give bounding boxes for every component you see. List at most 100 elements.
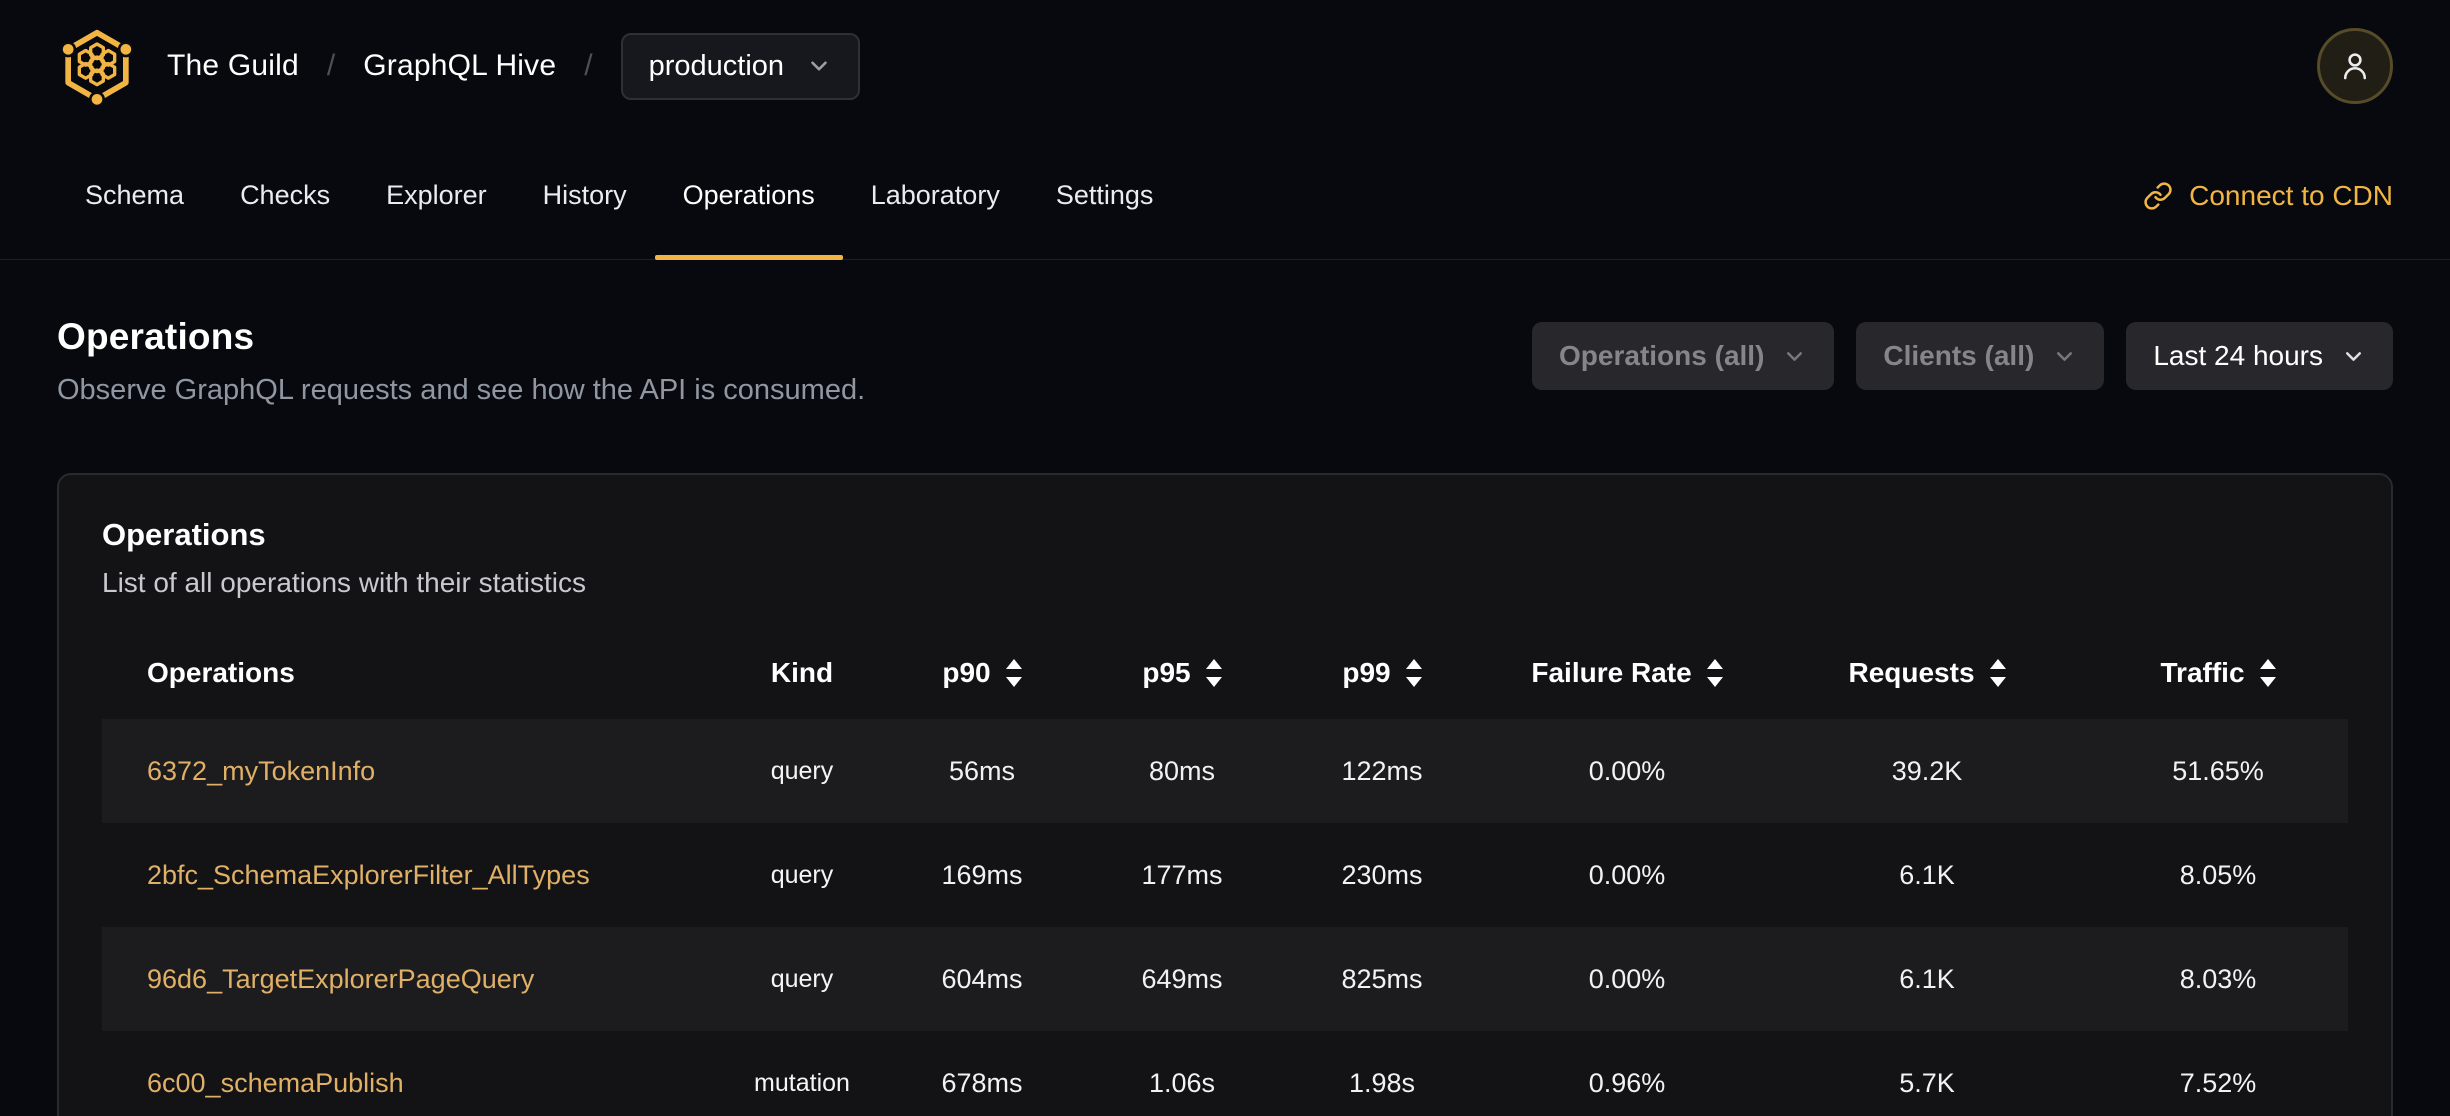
cell-failure_rate: 0.00% bbox=[1588, 755, 1666, 786]
user-icon bbox=[2343, 53, 2367, 80]
breadcrumb-separator: / bbox=[584, 49, 593, 82]
operation-link[interactable]: 6c00_schemaPublish bbox=[147, 1068, 404, 1098]
table-row: 96d6_TargetExplorerPageQuery query 604ms 64… bbox=[102, 927, 2348, 1031]
cell-p95: 649ms bbox=[1141, 963, 1223, 994]
column-header-p99[interactable]: p99 bbox=[1282, 657, 1482, 689]
table-body: 6372_myTokenInfo query 56ms 80ms 122ms 0.00% 3… bbox=[102, 719, 2348, 1116]
cell-p99: 122ms bbox=[1341, 755, 1423, 786]
main-content: Operations Observe GraphQL requests and … bbox=[0, 316, 2450, 1116]
tab-history[interactable]: History bbox=[515, 132, 655, 259]
column-header-failure_rate[interactable]: Failure Rate bbox=[1482, 657, 1772, 689]
operation-link[interactable]: 6372_myTokenInfo bbox=[147, 756, 375, 786]
table-row: 2bfc_SchemaExplorerFilter_AllTypes query 1… bbox=[102, 823, 2348, 927]
page-subtitle: Observe GraphQL requests and see how the… bbox=[57, 374, 866, 406]
sort-arrows-icon[interactable] bbox=[1706, 659, 1723, 687]
table-row: 6c00_schemaPublish mutation 678ms 1.06s 1.98… bbox=[102, 1031, 2348, 1116]
nav-tabs: Schema Checks Explorer History Operations Lab… bbox=[57, 132, 1182, 260]
chevron-down-icon bbox=[2057, 351, 2073, 361]
app-header: The Guild / GraphQL Hive / production bbox=[0, 0, 2450, 132]
column-header-label: Requests bbox=[1848, 657, 1975, 688]
cell-kind: query bbox=[770, 756, 834, 785]
cell-p90: 56ms bbox=[948, 755, 1016, 786]
guild-logo[interactable] bbox=[57, 26, 137, 106]
operation-link[interactable]: 96d6_TargetExplorerPageQuery bbox=[147, 964, 534, 994]
sort-arrows-icon[interactable] bbox=[1205, 659, 1222, 687]
sort-arrows-icon[interactable] bbox=[1405, 659, 1422, 687]
header-left: The Guild / GraphQL Hive / production bbox=[57, 26, 861, 106]
cell-kind: query bbox=[770, 860, 834, 889]
guild-honeycomb-logo-icon bbox=[60, 29, 134, 106]
cell-p95: 177ms bbox=[1141, 859, 1223, 890]
clients-filter-dropdown[interactable]: Clients (all) bbox=[1856, 322, 2105, 390]
cell-traffic: 8.05% bbox=[2179, 859, 2257, 890]
cell-failure_rate: 0.96% bbox=[1588, 1067, 1666, 1098]
sort-arrows-icon[interactable] bbox=[1989, 659, 2006, 687]
user-avatar-button[interactable] bbox=[2317, 28, 2393, 104]
breadcrumb-project[interactable]: GraphQL Hive bbox=[363, 49, 556, 83]
tab-settings[interactable]: Settings bbox=[1028, 132, 1182, 259]
main-nav: Schema Checks Explorer History Operations Lab… bbox=[0, 132, 2450, 260]
cell-p99: 230ms bbox=[1341, 859, 1423, 890]
page-header-text: Operations Observe GraphQL requests and … bbox=[57, 316, 865, 407]
cell-requests: 39.2K bbox=[1891, 755, 1963, 786]
cell-p90: 678ms bbox=[941, 1067, 1023, 1098]
column-header-label: p90 bbox=[942, 657, 991, 688]
breadcrumb-separator: / bbox=[326, 49, 336, 82]
cell-p90: 169ms bbox=[941, 859, 1023, 890]
sort-arrows-icon[interactable] bbox=[1005, 659, 1022, 687]
tab-operations[interactable]: Operations bbox=[654, 132, 843, 260]
clients-filter-label: Clients (all) bbox=[1883, 340, 2035, 371]
cell-name: 2bfc_SchemaExplorerFilter_AllTypes bbox=[102, 860, 722, 891]
column-header-label: Failure Rate bbox=[1531, 657, 1692, 688]
card-subtitle: List of all operations with their statis… bbox=[102, 567, 586, 598]
cell-requests: 5.7K bbox=[1899, 1067, 1955, 1098]
cell-name: 6c00_schemaPublish bbox=[102, 1068, 722, 1099]
column-header-p90[interactable]: p90 bbox=[882, 657, 1082, 689]
period-filter-dropdown[interactable]: Last 24 hours bbox=[2126, 322, 2393, 390]
column-header-requests[interactable]: Requests bbox=[1772, 657, 2082, 689]
cell-kind: mutation bbox=[754, 1068, 850, 1097]
tab-laboratory[interactable]: Laboratory bbox=[843, 132, 1028, 259]
cell-requests: 6.1K bbox=[1899, 859, 1955, 890]
cell-name: 6372_myTokenInfo bbox=[102, 756, 722, 787]
column-header-p95[interactable]: p95 bbox=[1082, 657, 1282, 689]
table-row: 6372_myTokenInfo query 56ms 80ms 122ms 0.00% 3… bbox=[102, 719, 2348, 823]
cell-failure_rate: 0.00% bbox=[1588, 859, 1666, 890]
operations-table: Operations Kind p90 p95 p99 Failure Rate Reque… bbox=[102, 627, 2348, 1116]
cell-traffic: 51.65% bbox=[2172, 755, 2264, 786]
filter-toolbar: Operations (all) Clients (all) Last 24 h… bbox=[1532, 322, 2393, 390]
tab-checks[interactable]: Checks bbox=[212, 132, 358, 259]
column-header-traffic[interactable]: Traffic bbox=[2082, 657, 2354, 689]
tab-schema[interactable]: Schema bbox=[57, 132, 212, 259]
page-header: Operations Observe GraphQL requests and … bbox=[57, 316, 2393, 407]
page-title: Operations bbox=[57, 316, 255, 357]
cell-name: 96d6_TargetExplorerPageQuery bbox=[102, 964, 722, 995]
breadcrumb-org[interactable]: The Guild bbox=[167, 49, 299, 83]
tab-explorer[interactable]: Explorer bbox=[358, 132, 515, 259]
sort-arrows-icon[interactable] bbox=[2259, 659, 2276, 687]
cell-p90: 604ms bbox=[941, 963, 1023, 994]
period-filter-label: Last 24 hours bbox=[2153, 340, 2323, 371]
cell-failure_rate: 0.00% bbox=[1588, 963, 1666, 994]
connect-to-cdn-link[interactable]: Connect to CDN bbox=[2143, 132, 2393, 259]
chevron-down-icon bbox=[811, 61, 827, 71]
column-header-name: Operations bbox=[102, 657, 722, 689]
connect-to-cdn-label: Connect to CDN bbox=[2189, 179, 2393, 211]
cell-traffic: 8.03% bbox=[2179, 963, 2257, 994]
cell-p99: 825ms bbox=[1341, 963, 1423, 994]
operations-filter-dropdown[interactable]: Operations (all) bbox=[1532, 322, 1835, 390]
target-selector-dropdown[interactable]: production bbox=[620, 32, 861, 100]
cell-traffic: 7.52% bbox=[2179, 1067, 2257, 1098]
cell-kind: query bbox=[770, 964, 834, 993]
column-header-label: Traffic bbox=[2160, 657, 2245, 688]
cell-p95: 80ms bbox=[1148, 755, 1216, 786]
cell-p99: 1.98s bbox=[1348, 1067, 1416, 1098]
target-selector-value: production bbox=[648, 49, 785, 82]
operation-link[interactable]: 2bfc_SchemaExplorerFilter_AllTypes bbox=[147, 860, 590, 890]
card-title: Operations bbox=[102, 517, 266, 552]
chevron-down-icon bbox=[1787, 351, 1803, 361]
column-header-label: Kind bbox=[770, 657, 834, 688]
column-header-label: Operations bbox=[147, 657, 295, 688]
link-icon bbox=[2144, 181, 2172, 210]
column-header-label: p99 bbox=[1342, 657, 1391, 688]
